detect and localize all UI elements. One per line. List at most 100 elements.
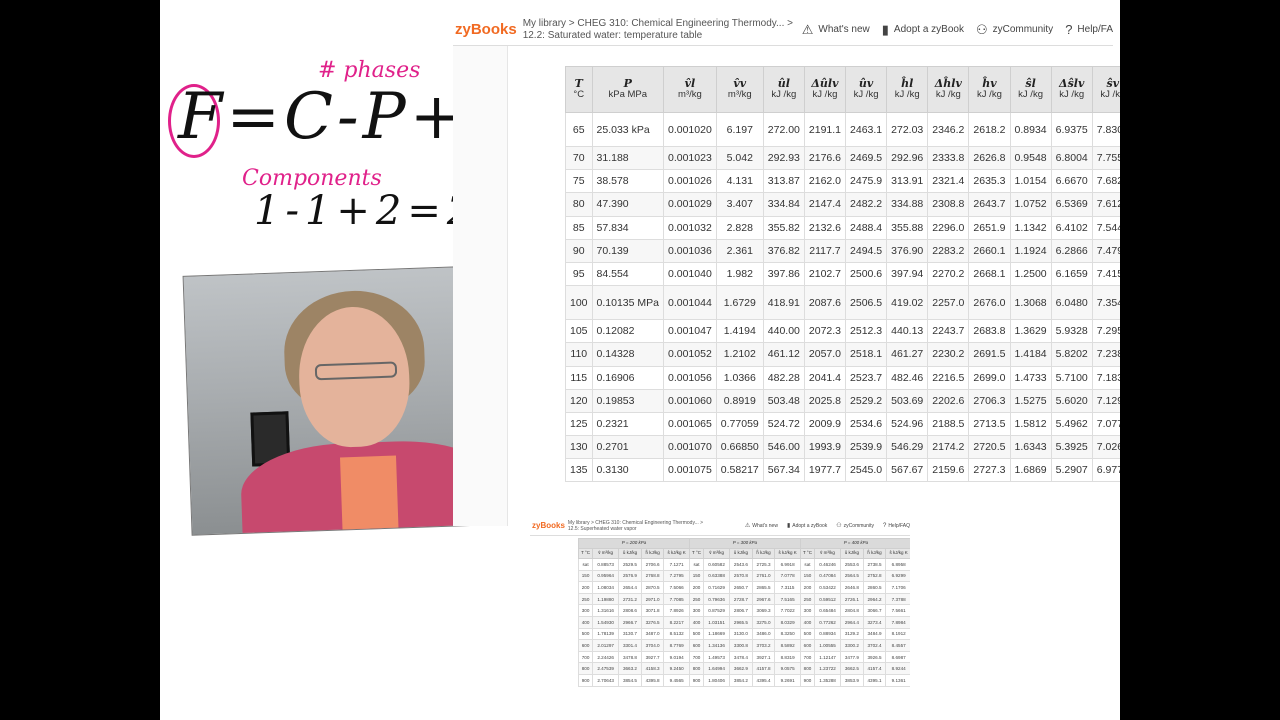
- table-cell: 0.66850: [715, 435, 764, 460]
- whats-new-link[interactable]: ⚠ What's new: [802, 22, 870, 38]
- breadcrumb-section: 12.5: Superheated water vapor: [567, 525, 637, 532]
- table-row: 130 0.2701 0.001070 0.66850 546.00 1993.9 2539…: [565, 435, 1120, 460]
- breadcrumb-course-link[interactable]: My library > CHEG 310: Chemical Engineer…: [523, 18, 802, 30]
- table-cell: 2.828: [715, 215, 764, 240]
- adopt-zybook-link[interactable]: ▮ Adopt a zyBook: [882, 22, 964, 38]
- table-cell: 1.5812: [1009, 411, 1052, 437]
- table-cell: 3703.2: [751, 639, 776, 652]
- table-row: 100 0.10135 MPa 0.001044 1.6729 418.91 2087.6…: [565, 285, 1120, 321]
- table-cell: 5.9328: [1050, 319, 1093, 344]
- table-cell: 2668.1: [968, 261, 1011, 287]
- table-cell: 3300.2: [840, 639, 864, 652]
- table-row: 110 0.14328 0.001052 1.2102 461.12 2057.0 2518…: [565, 342, 1120, 367]
- table-cell: 6.9375: [1050, 112, 1093, 147]
- table-cell: 440.13: [886, 319, 929, 344]
- table-cell: 313.87: [762, 169, 805, 194]
- table-cell: 0.77059: [715, 411, 764, 437]
- table-cell: 0.53422: [814, 581, 842, 594]
- table-cell: 2808.6: [618, 604, 642, 617]
- zybooks-logo[interactable]: zyBooks: [532, 521, 565, 530]
- table-cell: 2202.6: [927, 388, 970, 413]
- table-cell: 0.63388: [703, 569, 731, 583]
- table-cell: 0.001047: [663, 319, 717, 344]
- table-cell: 120: [565, 388, 593, 413]
- zycommunity-link[interactable]: ⚇ zyCommunity: [836, 522, 874, 530]
- table-row: sat 0.88573 2529.5 2706.6 7.1271 sat 0.60582 25…: [577, 558, 910, 571]
- table-cell: 200: [688, 581, 705, 594]
- table-cell: 0.71629: [703, 581, 731, 594]
- table-cell: 2.47539: [592, 662, 620, 675]
- table-cell: 482.46: [886, 365, 929, 390]
- column-unit: m³/kg: [678, 89, 702, 101]
- table-cell: 2651.9: [968, 215, 1011, 240]
- table-cell: sat: [577, 558, 594, 571]
- table-cell: 2865.5: [751, 581, 776, 594]
- table-cell: 0.3130: [591, 458, 665, 483]
- table-cell: 3.407: [715, 192, 764, 217]
- table-cell: 1.2500: [1009, 261, 1052, 287]
- adopt-zybook-link[interactable]: ▮ Adopt a zyBook: [787, 522, 827, 530]
- table-cell: 2543.6: [729, 558, 753, 571]
- table-cell: 355.82: [762, 215, 805, 240]
- table-row: 400 1.54930 2966.7 3276.5 8.2217 400 1.03151 29…: [577, 615, 910, 629]
- table-cell: 376.90: [886, 238, 929, 263]
- zybooks-header: zyBooks My library > CHEG 310: Chemical …: [453, 14, 1113, 46]
- table-cell: 0.001020: [663, 112, 717, 147]
- table-cell: 3927.7: [640, 650, 665, 664]
- table-cell: 2475.9: [845, 169, 888, 194]
- table-cell: 1.0752: [1009, 192, 1052, 217]
- table-cell: 7.2958: [1091, 319, 1120, 344]
- table-cell: 2321.4: [927, 169, 970, 194]
- table-cell: 292.96: [886, 145, 929, 171]
- table-cell: 1.6343: [1009, 435, 1052, 460]
- zycommunity-link[interactable]: ⚇ zyCommunity: [976, 22, 1053, 38]
- help-faq-link[interactable]: ? Help/FAQ: [883, 523, 910, 529]
- breadcrumb-section: 12.2: Saturated water: temperature table: [522, 29, 703, 41]
- table-cell: 2529.5: [618, 558, 642, 571]
- alert-icon: ⚠: [801, 21, 814, 37]
- zybooks-logo[interactable]: zyBooks: [455, 21, 517, 38]
- column-header: v̂ m³/kg: [592, 548, 620, 559]
- page-gutter: [453, 46, 508, 526]
- column-unit: °C: [573, 89, 585, 101]
- table-cell: 2117.7: [803, 238, 847, 263]
- breadcrumb-course-link[interactable]: My library > CHEG 310: Chemical Engineer…: [568, 520, 713, 526]
- table-cell: 0.001052: [663, 342, 717, 367]
- table-cell: 2.24426: [592, 650, 620, 664]
- table-cell: 4395.4: [751, 673, 776, 687]
- table-cell: 1.1924: [1009, 238, 1052, 263]
- column-header: û kJ/kg: [618, 548, 642, 559]
- column-header: v̂l m³/kg: [663, 66, 717, 113]
- table-cell: 524.96: [886, 411, 929, 437]
- table-cell: 1.18669: [703, 627, 731, 641]
- table-cell: 0.2701: [591, 435, 665, 460]
- whats-new-link[interactable]: ⚠ What's new: [745, 522, 778, 530]
- table-cell: 2545.0: [845, 458, 888, 483]
- column-header: ŝvkJ /kg: [1091, 66, 1120, 113]
- table-cell: 3854.2: [729, 673, 753, 687]
- help-faq-link[interactable]: ? Help/FA: [1065, 22, 1113, 37]
- column-header: ŝ kJ/kg K: [774, 548, 801, 559]
- whats-new-label: What's new: [752, 522, 778, 529]
- column-unit: kJ /kg: [894, 89, 920, 101]
- table-cell: 418.91: [762, 285, 805, 321]
- help-faq-label: Help/FAQ: [888, 522, 910, 529]
- table-cell: 7.0269: [1091, 435, 1120, 460]
- table-cell: 5.3925: [1050, 435, 1093, 460]
- table-cell: 292.93: [762, 145, 805, 171]
- breadcrumb: My library > CHEG 310: Chemical Engineer…: [523, 18, 802, 42]
- table-cell: 3273.4: [862, 615, 887, 629]
- breadcrumb: My library > CHEG 310: Chemical Engineer…: [568, 520, 713, 532]
- table-cell: 2804.8: [840, 604, 864, 617]
- table-cell: 0.001075: [663, 458, 717, 483]
- table-cell: 2752.8: [862, 569, 887, 583]
- table-cell: 2.70643: [592, 673, 620, 687]
- table-cell: 0.19853: [591, 388, 665, 413]
- table-cell: 0.001044: [663, 285, 717, 321]
- table-cell: 334.88: [886, 192, 929, 217]
- table-cell: 100: [565, 285, 593, 321]
- table-cell: 2967.6: [751, 592, 776, 606]
- table-cell: 80: [565, 192, 593, 217]
- table-cell: 5.8202: [1050, 342, 1093, 367]
- table-cell: 95: [565, 261, 593, 287]
